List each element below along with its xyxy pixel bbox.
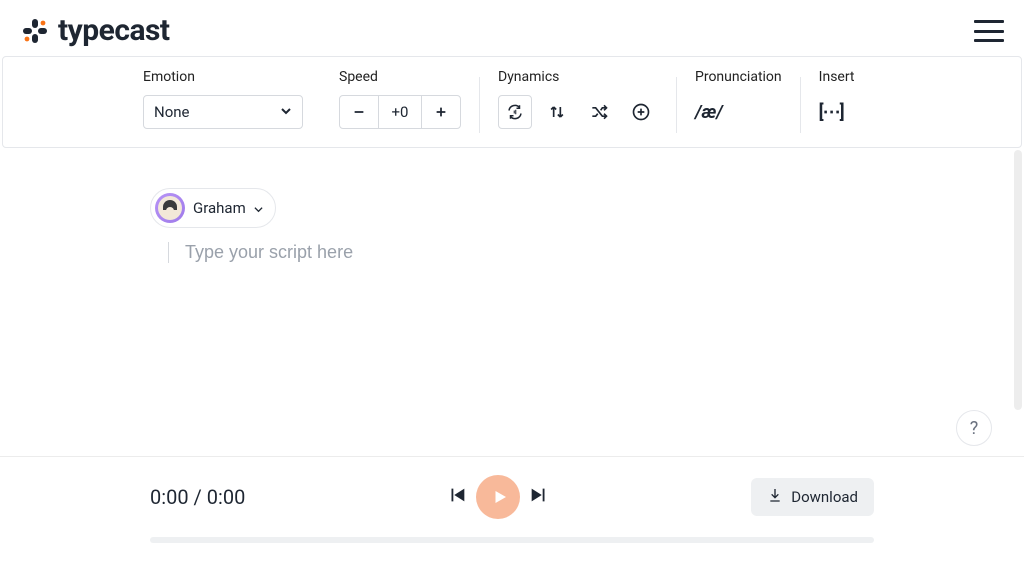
emotion-select[interactable]: None [143, 95, 303, 129]
speed-increase-button[interactable] [421, 95, 461, 129]
dynamics-regenerate-button[interactable] [498, 95, 532, 129]
voice-selector[interactable]: Graham [150, 188, 276, 228]
playback-time: 0:00 / 0:00 [150, 485, 245, 509]
emotion-label: Emotion [143, 69, 303, 85]
emotion-selected-value: None [154, 103, 190, 121]
player-bar: 0:00 / 0:00 Download [0, 457, 1024, 519]
download-button[interactable]: Download [751, 478, 874, 516]
speed-group: Speed +0 [321, 69, 479, 129]
speed-value: +0 [379, 95, 421, 129]
logo-mark-icon [20, 16, 50, 46]
previous-button[interactable] [446, 484, 468, 510]
chevron-down-icon [280, 103, 292, 121]
scrollbar[interactable] [1014, 150, 1022, 410]
logo: typecast [20, 16, 170, 46]
insert-button[interactable]: [⋯] [819, 95, 855, 129]
caret-down-icon [254, 199, 263, 218]
help-label: ? [970, 418, 979, 439]
dynamics-add-button[interactable] [624, 95, 658, 129]
menu-button[interactable] [974, 20, 1004, 42]
pronunciation-button[interactable]: /æ/ [695, 95, 782, 129]
insert-symbol: [⋯] [819, 102, 844, 123]
download-icon [767, 487, 783, 507]
current-time: 0:00 [150, 485, 189, 509]
help-button[interactable]: ? [956, 410, 992, 446]
insert-group: Insert [⋯] [801, 69, 873, 129]
voice-name: Graham [193, 199, 246, 217]
toolbar: Emotion None Speed +0 Dynamics [2, 56, 1022, 148]
play-button[interactable] [476, 475, 520, 519]
logo-wordmark: typecast [58, 16, 170, 46]
dynamics-pitch-button[interactable] [540, 95, 574, 129]
dynamics-label: Dynamics [498, 69, 658, 85]
insert-label: Insert [819, 69, 855, 85]
pronunciation-label: Pronunciation [695, 69, 782, 85]
progress-bar[interactable] [150, 537, 874, 543]
emotion-group: Emotion None [143, 69, 321, 129]
editor-area: Graham ? [0, 148, 1024, 448]
pronunciation-group: Pronunciation /æ/ [677, 69, 800, 129]
download-label: Download [791, 488, 858, 506]
dynamics-group: Dynamics [480, 69, 676, 129]
script-input[interactable] [185, 242, 785, 263]
speed-decrease-button[interactable] [339, 95, 379, 129]
dynamics-shuffle-button[interactable] [582, 95, 616, 129]
total-time: 0:00 [207, 485, 246, 509]
speed-label: Speed [339, 69, 461, 85]
avatar [155, 193, 185, 223]
pronunciation-symbol: /æ/ [695, 102, 723, 123]
next-button[interactable] [528, 484, 550, 510]
